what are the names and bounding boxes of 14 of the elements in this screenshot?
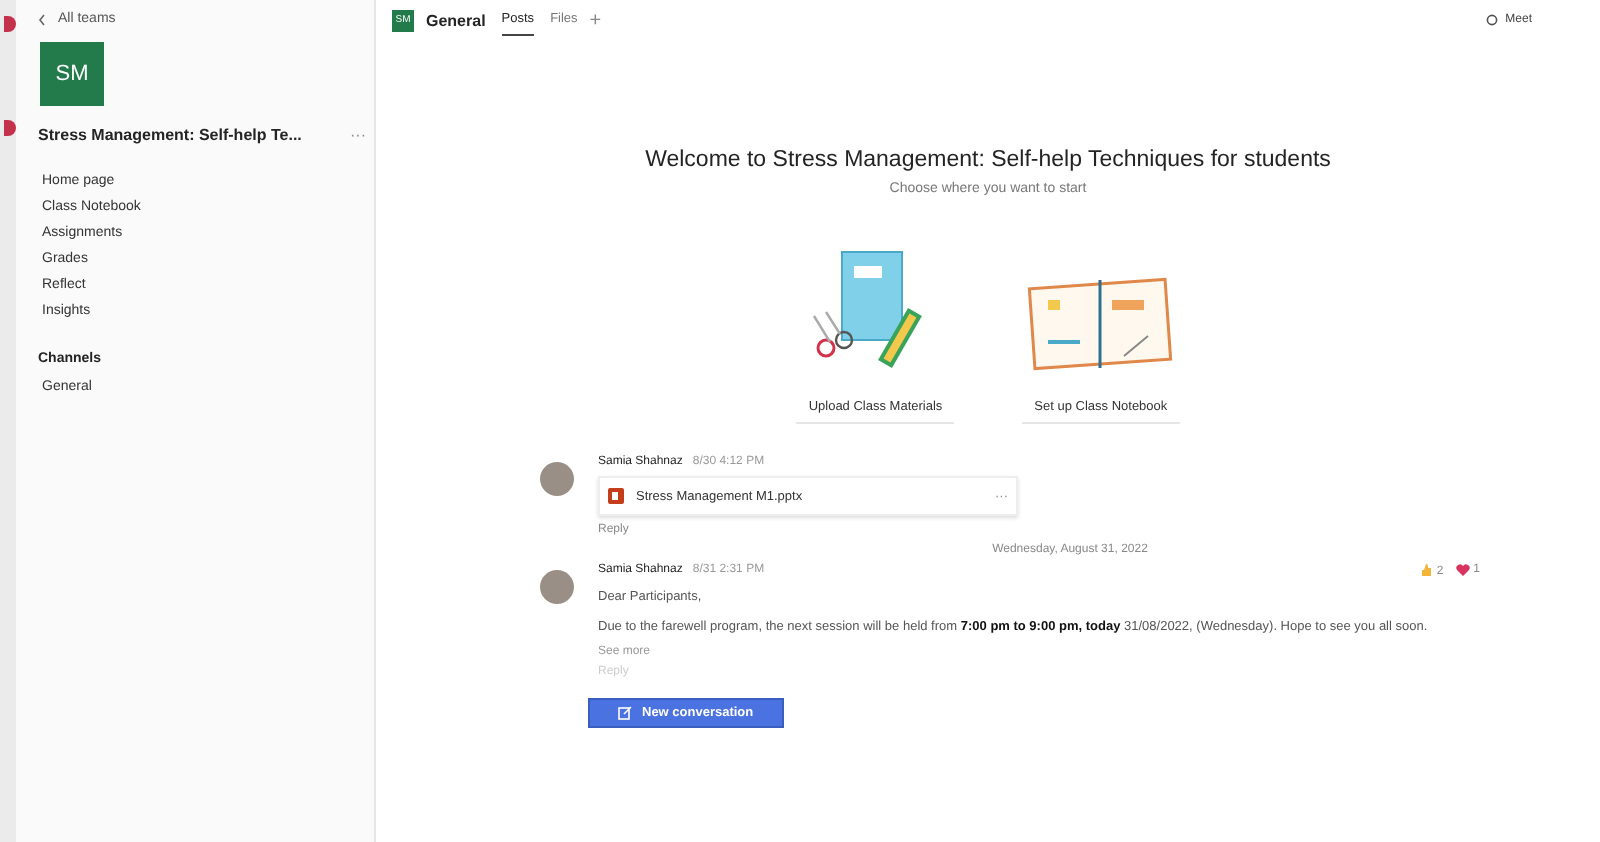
back-icon <box>38 13 46 25</box>
notification-badge <box>4 16 16 32</box>
thumbs-up-icon <box>1420 564 1433 578</box>
user-avatar <box>540 570 574 604</box>
heart-icon <box>1455 564 1470 576</box>
channel-name: General <box>426 11 486 29</box>
team-avatar: SM <box>40 42 104 106</box>
team-name: Stress Management: Self-help Te... <box>38 126 302 144</box>
add-tab-button[interactable]: + <box>589 9 602 31</box>
powerpoint-file-icon <box>608 488 624 504</box>
welcome-title: Welcome to Stress Management: Self-help Techniques for students <box>645 148 1331 172</box>
user-avatar <box>540 462 574 496</box>
notification-badge <box>4 120 16 136</box>
compose-icon <box>618 706 632 720</box>
